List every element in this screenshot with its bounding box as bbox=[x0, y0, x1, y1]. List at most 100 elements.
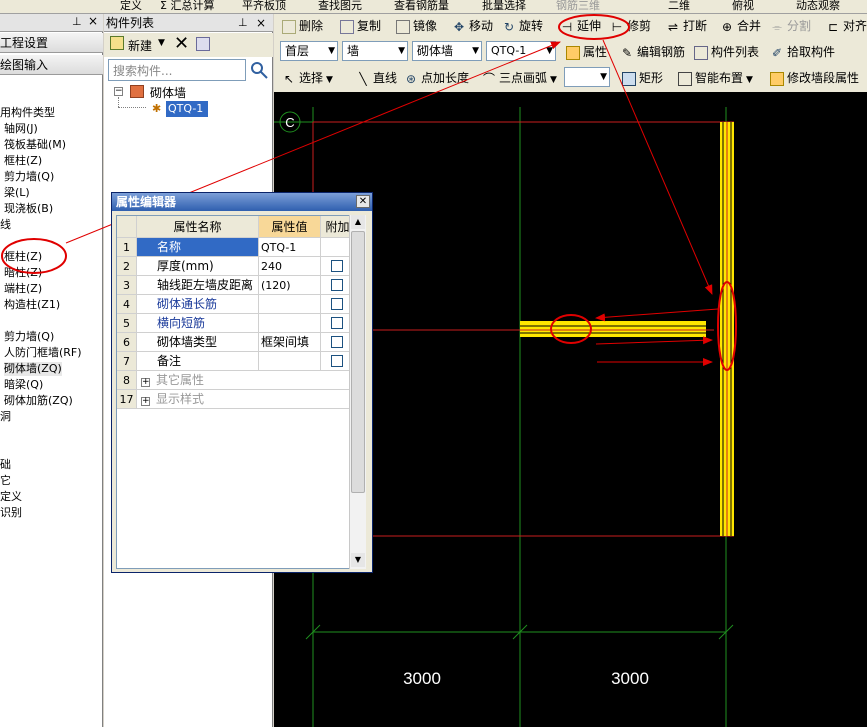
nav-item-opening[interactable]: 洞 bbox=[0, 410, 11, 424]
attach-checkbox[interactable] bbox=[331, 317, 343, 329]
pick-component-button[interactable]: ✐ 拾取构件 bbox=[770, 41, 835, 63]
drawing-input-button[interactable]: 绘图输入 bbox=[0, 55, 103, 75]
attach-checkbox[interactable] bbox=[331, 336, 343, 348]
nav-item-civil-defense-wall[interactable]: 人防门框墙(RF) bbox=[4, 346, 82, 360]
2d-view-button[interactable]: 二维 bbox=[668, 0, 690, 13]
nav-item-column[interactable]: 框柱(Z) bbox=[4, 154, 42, 168]
scroll-thumb[interactable] bbox=[351, 231, 365, 493]
delete-button[interactable]: 删除 bbox=[282, 15, 323, 37]
three-point-arc-button[interactable]: ⌒ 三点画弧 ▼ bbox=[482, 67, 557, 89]
sum-calc-button[interactable]: Σ 汇总计算 bbox=[160, 0, 214, 13]
prop-name-thickness[interactable]: 厚度(mm) bbox=[137, 257, 259, 276]
break-button[interactable]: ⇌ 打断 bbox=[666, 15, 707, 37]
nav-item-constructional-column[interactable]: 构造柱(Z1) bbox=[4, 298, 60, 312]
vertical-scrollbar[interactable]: ▲ ▼ bbox=[349, 215, 366, 569]
rotate-button[interactable]: ↻ 旋转 bbox=[502, 15, 543, 37]
project-settings-button[interactable]: 工程设置 bbox=[0, 33, 103, 53]
properties-button[interactable]: 属性 bbox=[566, 41, 607, 63]
nav-item-shear-wall-2[interactable]: 剪力墙(Q) bbox=[4, 330, 54, 344]
attach-checkbox[interactable] bbox=[331, 298, 343, 310]
copy-icon[interactable] bbox=[196, 37, 210, 51]
nav-item-custom[interactable]: 定义 bbox=[0, 490, 22, 504]
component-search-input[interactable]: 搜索构件... bbox=[108, 59, 246, 81]
close-icon[interactable]: × bbox=[88, 14, 98, 28]
point-length-button[interactable]: ⊛ 点加长度 bbox=[404, 67, 469, 89]
rectangle-button[interactable]: 矩形 bbox=[622, 67, 663, 89]
attach-checkbox[interactable] bbox=[331, 260, 343, 272]
tree-item-qtq1[interactable]: QTQ-1 bbox=[166, 101, 208, 117]
category-select[interactable]: 墙 ▼ bbox=[342, 41, 408, 61]
copy-button[interactable]: 复制 bbox=[340, 15, 381, 37]
expand-icon[interactable]: + bbox=[141, 397, 150, 406]
nav-item-masonry-rebar[interactable]: 砌体加筋(ZQ) bbox=[4, 394, 73, 408]
mirror-button[interactable]: 镜像 bbox=[396, 15, 437, 37]
search-icon[interactable] bbox=[248, 59, 270, 81]
new-component-icon[interactable] bbox=[110, 36, 124, 50]
nav-item-axis[interactable]: 轴网(J) bbox=[4, 122, 38, 136]
prop-value-remark[interactable] bbox=[259, 352, 321, 371]
prop-value-offset[interactable]: (120) bbox=[259, 276, 321, 295]
define-button[interactable]: 定义 bbox=[120, 0, 142, 13]
modify-wall-segment-button[interactable]: 修改墙段属性 bbox=[770, 67, 859, 89]
new-component-button[interactable]: 新建 bbox=[128, 37, 152, 54]
group-other-properties[interactable]: + 其它属性 bbox=[137, 371, 355, 390]
scroll-down-icon[interactable]: ▼ bbox=[351, 553, 365, 567]
nav-item-shear-wall[interactable]: 剪力墙(Q) bbox=[4, 170, 54, 184]
nav-item-hidden-column[interactable]: 暗柱(Z) bbox=[4, 266, 42, 280]
batch-select-button[interactable]: 批量选择 bbox=[482, 0, 526, 13]
arc-mode-select[interactable]: ▼ bbox=[564, 67, 610, 87]
pin-icon[interactable]: ⊥ bbox=[238, 14, 248, 32]
nav-item-slab[interactable]: 现浇板(B) bbox=[4, 202, 53, 216]
nav-item-recognition[interactable]: 识别 bbox=[0, 506, 22, 520]
component-list-button[interactable]: 构件列表 bbox=[694, 41, 759, 63]
prop-value-thickness[interactable]: 240 bbox=[259, 257, 321, 276]
attach-checkbox[interactable] bbox=[331, 355, 343, 367]
nav-item-line[interactable]: 线 bbox=[0, 218, 11, 232]
prop-value-short-rebar[interactable] bbox=[259, 314, 321, 333]
prop-value-name[interactable]: QTQ-1 bbox=[259, 238, 321, 257]
group-display-style[interactable]: + 显示样式 bbox=[137, 390, 355, 409]
nav-item-raft[interactable]: 筏板基础(M) bbox=[4, 138, 66, 152]
find-element-button[interactable]: 查找图元 bbox=[318, 0, 362, 13]
nav-item-other[interactable]: 它 bbox=[0, 474, 11, 488]
delete-icon[interactable]: ✕ bbox=[174, 33, 189, 54]
top-view-button[interactable]: 俯视 bbox=[732, 0, 754, 13]
prop-name-remark[interactable]: 备注 bbox=[137, 352, 259, 371]
scroll-up-icon[interactable]: ▲ bbox=[351, 215, 365, 229]
component-select[interactable]: QTQ-1 ▼ bbox=[486, 41, 556, 61]
dynamic-view-button[interactable]: 动态观察 bbox=[796, 0, 840, 13]
edit-rebar-button[interactable]: ✎ 编辑钢筋 bbox=[620, 41, 685, 63]
line-button[interactable]: ╲ 直线 bbox=[356, 67, 397, 89]
smart-layout-button[interactable]: 智能布置 ▼ bbox=[678, 67, 753, 89]
trim-button[interactable]: ⊢ 修剪 bbox=[610, 15, 651, 37]
nav-item-end-column[interactable]: 端柱(Z) bbox=[4, 282, 42, 296]
select-button[interactable]: ↖ 选择 ▼ bbox=[282, 67, 333, 89]
nav-item-common-types[interactable]: 用构件类型 bbox=[0, 106, 55, 120]
view-rebar-button[interactable]: 查看钢筋量 bbox=[394, 0, 449, 13]
nav-item-beam[interactable]: 梁(L) bbox=[4, 186, 30, 200]
nav-item-masonry-wall[interactable]: 砌体墙(ZQ) bbox=[4, 362, 62, 376]
tree-collapse-icon[interactable]: − bbox=[114, 87, 123, 96]
move-button[interactable]: ✥ 移动 bbox=[452, 15, 493, 37]
pin-icon[interactable]: ⊥ bbox=[72, 15, 82, 28]
attach-checkbox[interactable] bbox=[331, 279, 343, 291]
rebar-3d-button[interactable]: 钢筋三维 bbox=[556, 0, 600, 13]
extend-button[interactable]: ⊣ 延伸 bbox=[560, 15, 601, 37]
flush-top-button[interactable]: 平齐板顶 bbox=[242, 0, 286, 13]
prop-name-short-rebar[interactable]: 横向短筋 bbox=[137, 314, 259, 333]
nav-item-foundation[interactable]: 础 bbox=[0, 458, 11, 472]
nav-item-hidden-beam[interactable]: 暗梁(Q) bbox=[4, 378, 43, 392]
prop-value-through-rebar[interactable] bbox=[259, 295, 321, 314]
type-select[interactable]: 砌体墙 ▼ bbox=[412, 41, 482, 61]
nav-item-frame-column[interactable]: 框柱(Z) bbox=[4, 250, 42, 264]
align-button[interactable]: ⊏ 对齐 bbox=[826, 15, 867, 37]
merge-button[interactable]: ⊕ 合并 bbox=[720, 15, 761, 37]
prop-name-offset[interactable]: 轴线距左墙皮距离 bbox=[137, 276, 259, 295]
prop-name-name[interactable]: 名称 bbox=[137, 238, 259, 257]
close-icon[interactable]: × bbox=[256, 14, 266, 32]
prop-name-through-rebar[interactable]: 砌体通长筋 bbox=[137, 295, 259, 314]
expand-icon[interactable]: + bbox=[141, 378, 150, 387]
prop-name-wall-type[interactable]: 砌体墙类型 bbox=[137, 333, 259, 352]
chevron-down-icon[interactable]: ▼ bbox=[158, 38, 165, 48]
close-icon[interactable]: ✕ bbox=[356, 195, 370, 208]
